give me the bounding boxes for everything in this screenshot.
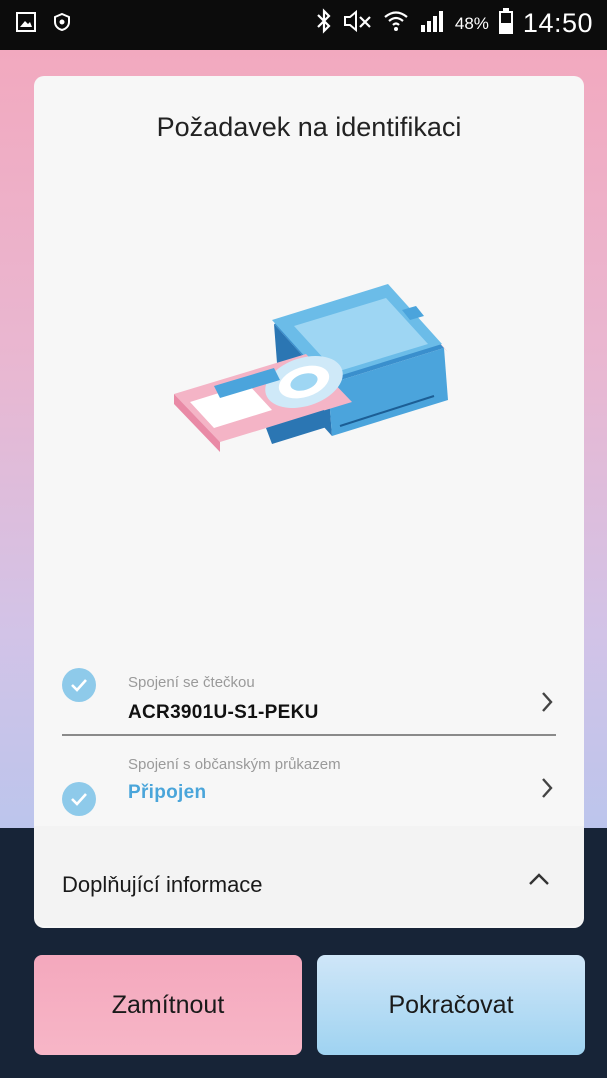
additional-info-toggle[interactable]: Doplňující informace [34,826,584,926]
additional-info-label: Doplňující informace [62,872,263,897]
reject-button[interactable]: Zamítnout [34,955,302,1055]
page-title: Požadavek na identifikaci [156,112,462,142]
wifi-icon [383,8,409,39]
reader-connection-value: ACR3901U-S1-PEKU [128,702,319,723]
chevron-right-icon [540,690,554,718]
check-icon [62,668,96,702]
id-card-connection-value: Připojen [128,782,207,803]
clock: 14:50 [522,8,593,38]
id-card-connection-label: Spojení s občanským průkazem [128,756,341,773]
chevron-right-icon [540,776,554,804]
mute-icon [343,9,373,38]
shield-icon [54,12,70,36]
chevron-up-icon [528,872,550,891]
bluetooth-icon [315,8,333,39]
continue-button[interactable]: Pokračovat [317,955,585,1055]
check-icon [62,782,96,816]
battery-percent: 48% [454,13,489,33]
gallery-icon [16,12,36,37]
reader-connection-label: Spojení se čtečkou [128,674,255,691]
battery-icon [498,8,513,39]
divider [62,734,556,736]
signal-icon [419,9,445,38]
card-reader-icon [154,276,474,516]
identification-card: Požadavek na identifikaci Spojení se čte… [34,76,584,928]
status-bar: 48% 14:50 [0,0,607,50]
